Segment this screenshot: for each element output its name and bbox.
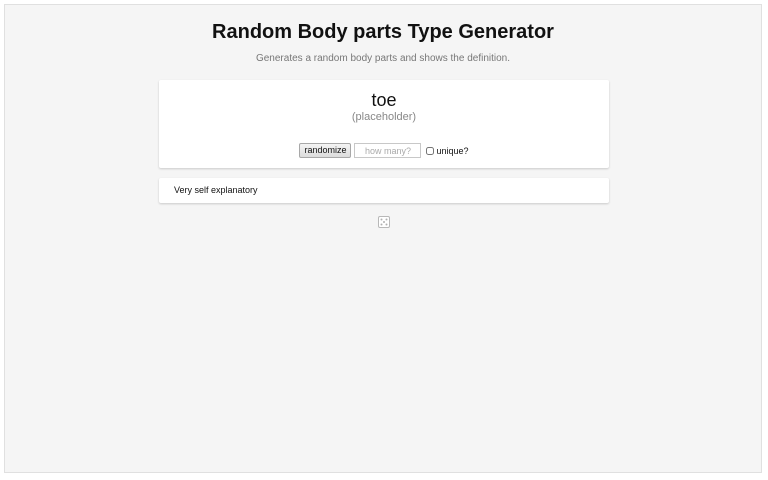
randomize-button[interactable]: randomize <box>299 143 352 158</box>
page-frame: Random Body parts Type Generator Generat… <box>4 4 762 473</box>
page-subtitle: Generates a random body parts and shows … <box>255 53 511 64</box>
description-card: Very self explanatory <box>159 178 609 203</box>
result-card: toe (placeholder) randomize unique? <box>159 80 609 168</box>
page-title: Random Body parts Type Generator <box>212 21 554 43</box>
description-text: Very self explanatory <box>174 185 258 195</box>
result-word: toe <box>371 90 397 110</box>
dice-icon[interactable] <box>378 216 390 228</box>
unique-option[interactable]: unique? <box>426 145 469 156</box>
result-definition: (placeholder) <box>351 111 417 123</box>
unique-checkbox[interactable] <box>426 146 435 155</box>
unique-label: unique? <box>436 145 469 156</box>
count-input[interactable] <box>354 143 422 158</box>
controls-row: randomize unique? <box>159 143 609 158</box>
